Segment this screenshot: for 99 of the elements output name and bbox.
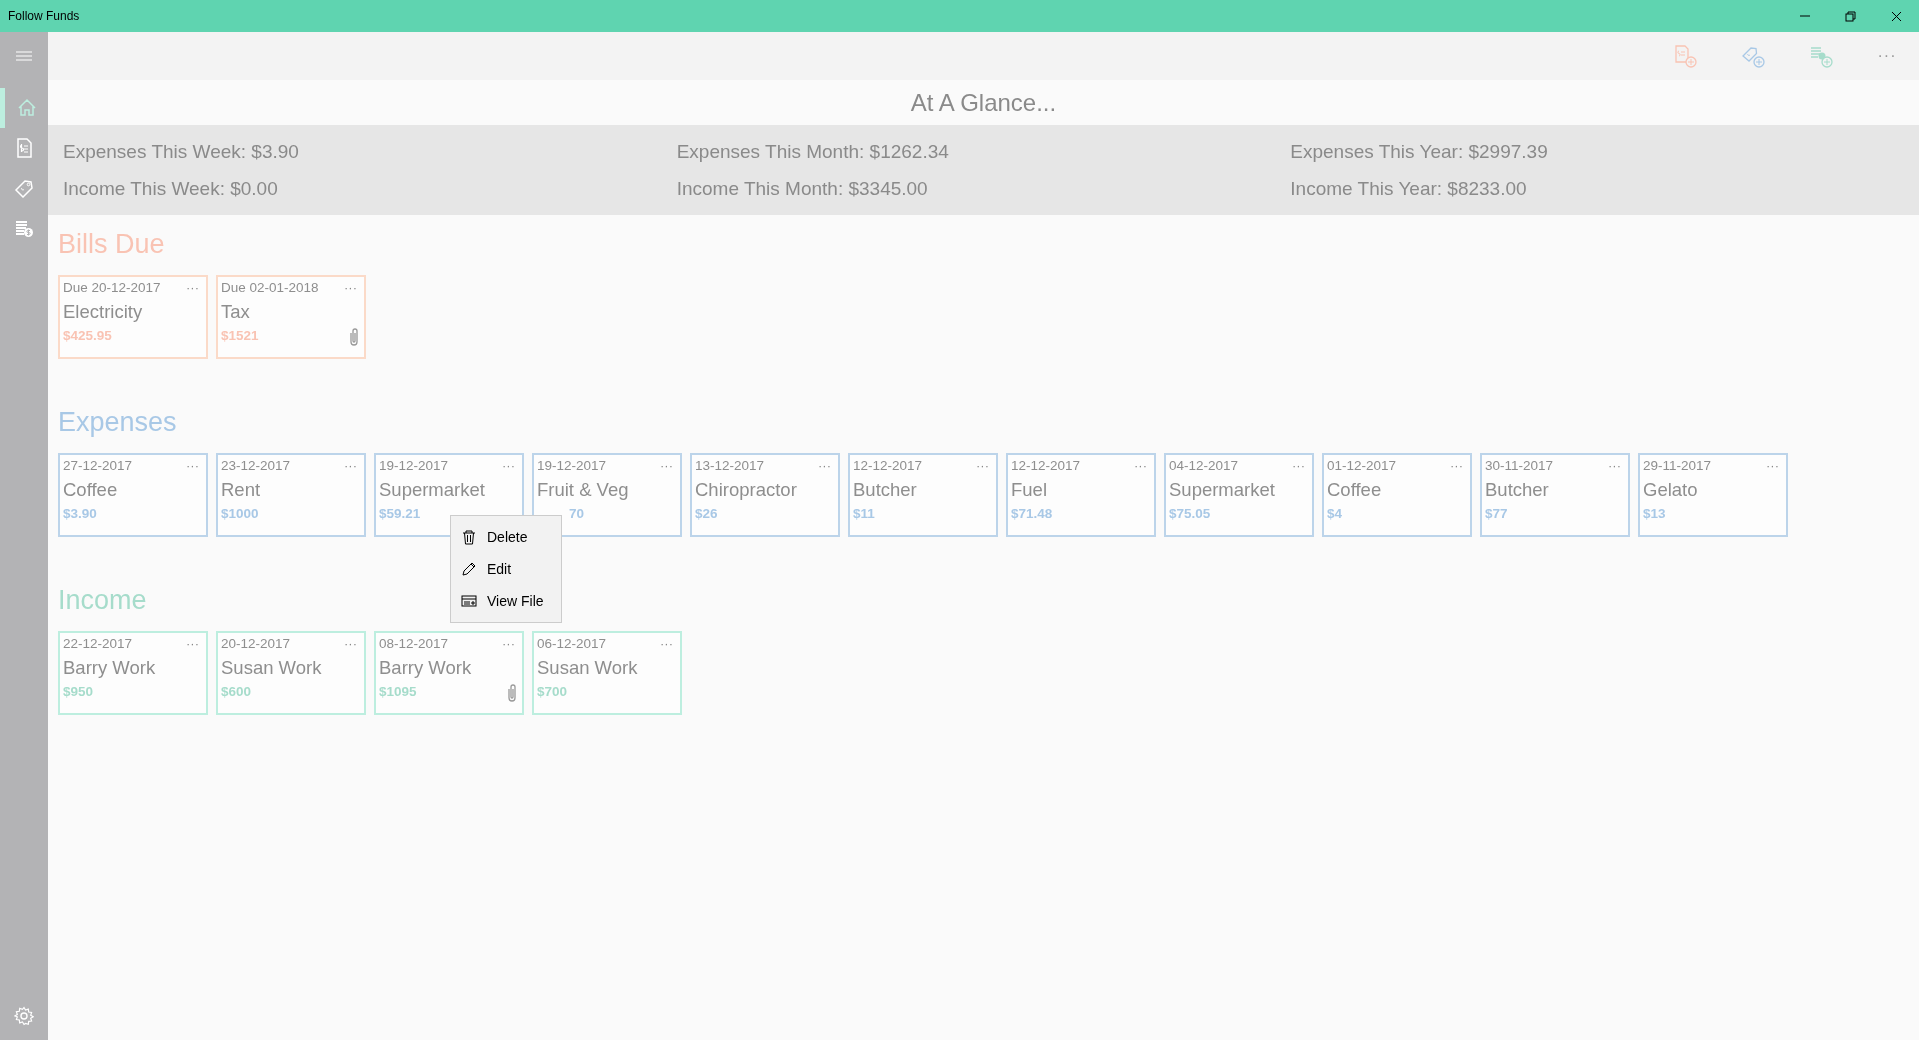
amount-text: $950 bbox=[63, 683, 94, 701]
date-text: 20-12-2017 bbox=[221, 635, 291, 653]
item-name: Butcher bbox=[1485, 478, 1550, 502]
page-heading: At A Glance... bbox=[909, 87, 1058, 118]
item-name: Butcher bbox=[853, 478, 918, 502]
amount-text: $1521 bbox=[221, 327, 259, 345]
menu-item[interactable]: View File bbox=[451, 585, 561, 617]
amount-text: $71.48 bbox=[1011, 505, 1053, 523]
more-button[interactable]: ··· bbox=[1288, 455, 1309, 477]
tag-icon bbox=[14, 178, 34, 198]
amount-text: 70 bbox=[568, 505, 585, 523]
date-text: 19-12-2017 bbox=[379, 457, 449, 475]
coins-icon bbox=[14, 218, 34, 238]
item-name: Susan Work bbox=[537, 656, 639, 680]
summary-text: Expenses This Year: $2997.39 bbox=[1290, 140, 1549, 164]
amount-text: $3.90 bbox=[63, 505, 97, 523]
date-text: 12-12-2017 bbox=[853, 457, 923, 475]
date-text: 04-12-2017 bbox=[1169, 457, 1239, 475]
more-button[interactable]: ··· bbox=[182, 277, 203, 299]
item-name: Gelato bbox=[1643, 478, 1699, 502]
date-text: 23-12-2017 bbox=[221, 457, 291, 475]
amount-text: $13 bbox=[1643, 505, 1666, 523]
amount-text: $1000 bbox=[221, 505, 259, 523]
more-button[interactable]: ··· bbox=[340, 633, 361, 655]
date-text: 22-12-2017 bbox=[63, 635, 133, 653]
date-text: 08-12-2017 bbox=[379, 635, 449, 653]
paperclip-icon bbox=[505, 682, 519, 702]
more-button[interactable]: ··· bbox=[1863, 32, 1911, 80]
menu-item[interactable]: Delete bbox=[451, 521, 561, 553]
item-name: Chiropractor bbox=[695, 478, 798, 502]
summary-text: Income This Month: $3345.00 bbox=[676, 177, 929, 201]
paperclip-icon bbox=[347, 326, 361, 346]
section-title: Expenses bbox=[58, 406, 177, 439]
item-name: Coffee bbox=[1327, 478, 1383, 502]
date-text: 13-12-2017 bbox=[695, 457, 765, 475]
summary-text: Income This Year: $8233.00 bbox=[1290, 177, 1528, 201]
more-button[interactable]: ··· bbox=[340, 455, 361, 477]
file-view-icon bbox=[461, 593, 477, 609]
more-button[interactable]: ··· bbox=[656, 455, 677, 477]
more-button[interactable]: ··· bbox=[340, 277, 361, 299]
more-button[interactable]: ··· bbox=[498, 633, 519, 655]
more-button[interactable]: ··· bbox=[182, 633, 203, 655]
date-text: 19-12-2017 bbox=[537, 457, 607, 475]
settings-icon bbox=[14, 1006, 34, 1026]
item-name: Coffee bbox=[63, 478, 119, 502]
home-icon bbox=[17, 98, 37, 118]
more-button[interactable]: ··· bbox=[814, 455, 835, 477]
more-button[interactable]: ··· bbox=[1130, 455, 1151, 477]
amount-text: $4 bbox=[1327, 505, 1343, 523]
item-name: Electricity bbox=[63, 300, 144, 324]
date-text: Due 02-01-2018 bbox=[221, 279, 319, 297]
more-button[interactable]: ··· bbox=[1446, 455, 1467, 477]
item-name: Supermarket bbox=[1169, 478, 1276, 502]
add-document-icon bbox=[1673, 44, 1697, 68]
date-text: 27-12-2017 bbox=[63, 457, 133, 475]
item-name: Fruit & Veg bbox=[537, 478, 630, 502]
trash-icon bbox=[461, 529, 477, 545]
more-button[interactable]: ··· bbox=[1604, 455, 1625, 477]
summary-text: Expenses This Month: $1262.34 bbox=[676, 140, 950, 164]
amount-text: $600 bbox=[221, 683, 252, 701]
item-name: Barry Work bbox=[63, 656, 157, 680]
window-title: Follow Funds bbox=[7, 8, 81, 25]
add-coins-icon bbox=[1809, 44, 1833, 68]
summary-text: Expenses This Week: $3.90 bbox=[63, 140, 300, 164]
amount-text: $425.95 bbox=[63, 327, 112, 345]
item-name: Rent bbox=[221, 478, 262, 502]
section-title: Bills Due bbox=[58, 228, 165, 261]
amount-text: $26 bbox=[695, 505, 718, 523]
amount-text: $59.21 bbox=[379, 505, 421, 523]
amount-text: $75.05 bbox=[1169, 505, 1211, 523]
item-name: Susan Work bbox=[221, 656, 323, 680]
amount-text: $1095 bbox=[379, 683, 417, 701]
date-text: 12-12-2017 bbox=[1011, 457, 1081, 475]
add-tag-icon bbox=[1741, 44, 1765, 68]
menu-item[interactable]: Edit bbox=[451, 553, 561, 585]
more-button[interactable]: ··· bbox=[656, 633, 677, 655]
menu-icon bbox=[16, 50, 32, 62]
section-title: Income bbox=[58, 584, 147, 617]
item-name: Supermarket bbox=[379, 478, 486, 502]
amount-text: $700 bbox=[537, 683, 568, 701]
more-button[interactable]: ··· bbox=[1762, 455, 1783, 477]
item-name: Barry Work bbox=[379, 656, 473, 680]
date-text: 01-12-2017 bbox=[1327, 457, 1397, 475]
item-name: Fuel bbox=[1011, 478, 1048, 502]
more-button[interactable]: ··· bbox=[182, 455, 203, 477]
amount-text: $11 bbox=[853, 505, 875, 523]
pencil-icon bbox=[461, 561, 477, 577]
date-text: 06-12-2017 bbox=[537, 635, 607, 653]
date-text: 29-11-2017 bbox=[1643, 457, 1712, 475]
restore-icon bbox=[1844, 10, 1856, 22]
date-text: Due 20-12-2017 bbox=[63, 279, 161, 297]
more-button[interactable]: ··· bbox=[972, 455, 993, 477]
close-icon bbox=[1890, 10, 1902, 22]
summary-text: Income This Week: $0.00 bbox=[63, 177, 279, 201]
date-text: 30-11-2017 bbox=[1485, 457, 1554, 475]
amount-text: $77 bbox=[1485, 505, 1508, 523]
document-icon bbox=[14, 138, 34, 158]
more-button[interactable]: ··· bbox=[498, 455, 519, 477]
item-name: Tax bbox=[221, 300, 251, 324]
